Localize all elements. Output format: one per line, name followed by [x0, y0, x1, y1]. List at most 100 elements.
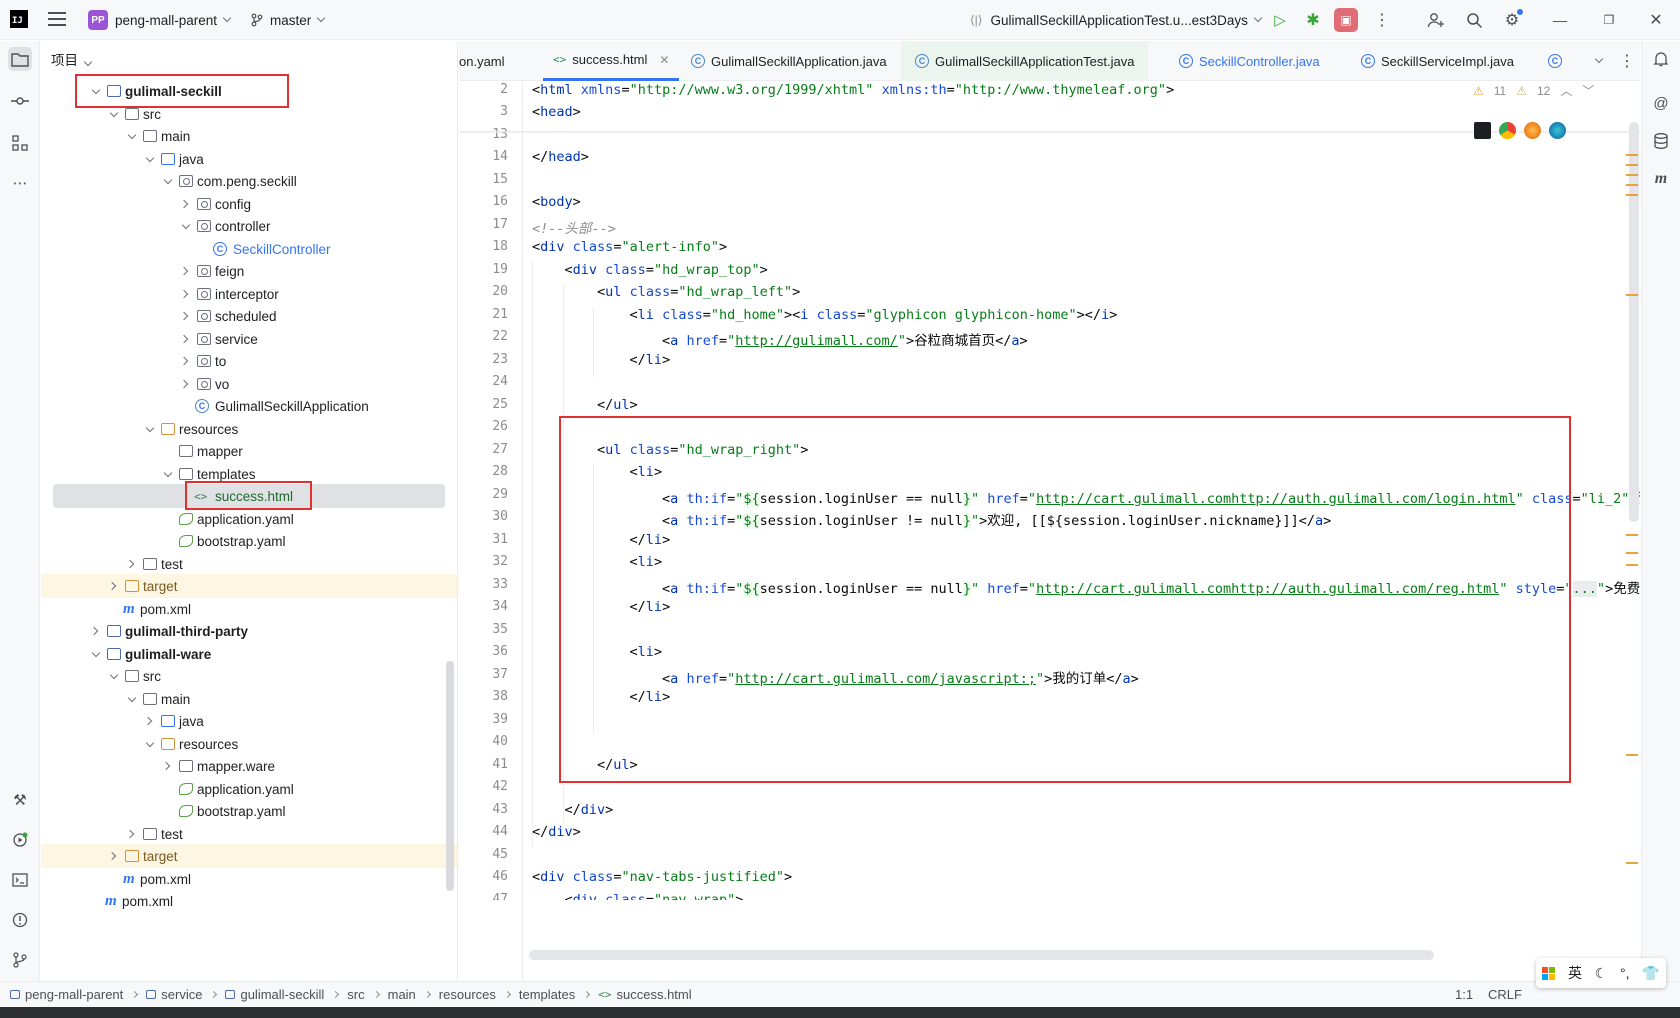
tree-row-resources[interactable]: resources [41, 417, 457, 441]
moon-icon[interactable]: ☾ [1595, 965, 1608, 982]
ime-language[interactable]: 英 [1568, 963, 1582, 983]
ai-assistant-icon[interactable]: @ [1649, 91, 1673, 115]
code-editor[interactable]: 2 3 13 14 15 16 17 18 19 20 21 22 23 24 … [459, 82, 1640, 981]
project-scrollbar[interactable] [446, 661, 454, 891]
tab-application-test-java[interactable]: C GulimallSeckillApplicationTest.java [901, 41, 1149, 81]
restore-icon[interactable]: ❐ [1597, 8, 1621, 32]
tree-row-test[interactable]: test [41, 552, 457, 576]
tree-row-to[interactable]: to [41, 349, 457, 373]
tree-row-bootstrap-yaml[interactable]: bootstrap.yaml [41, 529, 457, 553]
build-hammer-icon[interactable]: ⚒ [8, 788, 32, 812]
search-icon[interactable] [1462, 8, 1486, 32]
tree-row-application-yaml[interactable]: application.yaml [41, 777, 457, 801]
run-config-selector[interactable]: ⟨|⟩ GulimallSeckillApplicationTest.u...e… [970, 0, 1263, 40]
tree-row-scheduled[interactable]: scheduled [41, 304, 457, 328]
tree-row-test[interactable]: test [41, 822, 457, 846]
line-ending[interactable]: CRLF [1488, 987, 1522, 1002]
tree-row-bootstrap-yaml[interactable]: bootstrap.yaml [41, 799, 457, 823]
tab-seckill-controller[interactable]: C SeckillController.java [1169, 41, 1330, 81]
tab-overflow[interactable]: C [1548, 41, 1562, 81]
breadcrumb-item[interactable]: peng-mall-parent [25, 987, 123, 1002]
tree-row-resources[interactable]: resources [41, 732, 457, 756]
shirt-icon[interactable]: 👕 [1642, 965, 1659, 982]
vertical-scrollbar-thumb[interactable] [1629, 122, 1639, 522]
tree-row-mapper[interactable]: mapper [41, 439, 457, 463]
firefox-icon[interactable] [1524, 122, 1541, 139]
intellij-browser-icon[interactable] [1474, 122, 1491, 139]
tree-row-feign[interactable]: feign [41, 259, 457, 283]
tree-row-application-class[interactable]: C GulimallSeckillApplication [41, 394, 457, 418]
breadcrumb-item[interactable]: gulimall-seckill [240, 987, 324, 1002]
breadcrumb-item[interactable]: service [161, 987, 202, 1002]
problems-icon[interactable] [8, 908, 32, 932]
ime-punctuation[interactable]: °, [1620, 965, 1630, 981]
tree-row-target[interactable]: target [41, 844, 457, 868]
debug-icon[interactable]: ✱ [1301, 8, 1325, 32]
tab-seckill-service-impl[interactable]: C SeckillServiceImpl.java [1351, 41, 1524, 81]
tree-row-mapper-ware[interactable]: mapper.ware [41, 754, 457, 778]
tree-row-package[interactable]: com.peng.seckill [41, 169, 457, 193]
tree-row-main[interactable]: main [41, 124, 457, 148]
project-folder-icon[interactable] [8, 47, 32, 71]
horizontal-scrollbar[interactable] [529, 950, 1434, 960]
database-icon[interactable] [1649, 129, 1673, 153]
tree-row-gulimall-ware[interactable]: gulimall-ware [41, 642, 457, 666]
maven-icon[interactable]: m [1649, 167, 1673, 191]
close-tab-icon[interactable]: ✕ [659, 53, 669, 67]
commit-icon[interactable] [8, 89, 32, 113]
breadcrumb-item[interactable]: success.html [617, 987, 692, 1002]
settings-icon[interactable]: ⚙ [1500, 8, 1524, 32]
editor-scroll-markers[interactable] [1626, 82, 1640, 981]
tree-row-java[interactable]: java [41, 709, 457, 733]
tab-more-icon[interactable]: ⋮ [1619, 41, 1635, 81]
tab-success-html[interactable]: <> success.html ✕ [543, 41, 680, 81]
tree-row-seckillcontroller[interactable]: C SeckillController [41, 237, 457, 261]
edge-icon[interactable] [1549, 122, 1566, 139]
tree-row-vo[interactable]: vo [41, 372, 457, 396]
project-panel-header[interactable]: 项目 [51, 49, 93, 69]
tree-row-service[interactable]: service [41, 327, 457, 351]
ime-toolbar[interactable]: 英 ☾ °, 👕 [1536, 958, 1666, 988]
run-icon[interactable]: ▷ [1268, 8, 1292, 32]
project-selector[interactable]: peng-mall-parent [115, 0, 232, 40]
git-icon[interactable] [8, 948, 32, 972]
tree-row-root-pom[interactable]: m pom.xml [41, 889, 457, 913]
stop-icon[interactable]: ▣ [1334, 8, 1358, 32]
breadcrumb-item[interactable]: resources [439, 987, 496, 1002]
tree-row-controller[interactable]: controller [41, 214, 457, 238]
tree-row-gulimall-third-party[interactable]: gulimall-third-party [41, 619, 457, 643]
services-icon[interactable] [8, 828, 32, 852]
tab-application-java[interactable]: C GulimallSeckillApplication.java [681, 41, 897, 81]
project-badge[interactable]: PP [88, 10, 108, 30]
tree-row-main[interactable]: main [41, 687, 457, 711]
more-tools-icon[interactable]: ⋯ [8, 171, 32, 195]
tree-row-config[interactable]: config [41, 192, 457, 216]
tree-row-application-yaml[interactable]: application.yaml [41, 507, 457, 531]
cursor-position[interactable]: 1:1 [1455, 987, 1473, 1002]
main-menu-icon[interactable] [48, 12, 66, 26]
add-user-icon[interactable] [1424, 8, 1448, 32]
more-actions-icon[interactable]: ⋮ [1370, 8, 1394, 32]
tab-yaml[interactable]: on.yaml [459, 41, 505, 81]
structure-icon[interactable] [8, 131, 32, 155]
breadcrumb-item[interactable]: main [388, 987, 416, 1002]
tab-list-button[interactable] [1589, 41, 1604, 81]
tree-row-target[interactable]: target [41, 574, 457, 598]
inspection-widget[interactable]: ⚠ 11 ⚠ 12 ︿ ﹀ [1473, 82, 1594, 99]
chevron-down-icon[interactable]: ﹀ [1582, 82, 1594, 99]
close-icon[interactable]: ✕ [1644, 8, 1668, 32]
intellij-logo-icon[interactable]: IJ [10, 10, 28, 28]
minimize-icon[interactable]: — [1548, 8, 1572, 32]
breadcrumb-item[interactable]: src [347, 987, 364, 1002]
tree-row-interceptor[interactable]: interceptor [41, 282, 457, 306]
chrome-icon[interactable] [1499, 122, 1516, 139]
branch-selector[interactable]: master [250, 0, 326, 40]
tree-row-pom[interactable]: m pom.xml [41, 867, 457, 891]
tree-row-java[interactable]: java [41, 147, 457, 171]
tree-row-pom[interactable]: m pom.xml [41, 597, 457, 621]
terminal-icon[interactable] [8, 868, 32, 892]
breadcrumb-item[interactable]: templates [519, 987, 575, 1002]
tree-row-src[interactable]: src [41, 664, 457, 688]
notifications-icon[interactable] [1649, 47, 1673, 71]
chevron-up-icon[interactable]: ︿ [1560, 82, 1572, 99]
